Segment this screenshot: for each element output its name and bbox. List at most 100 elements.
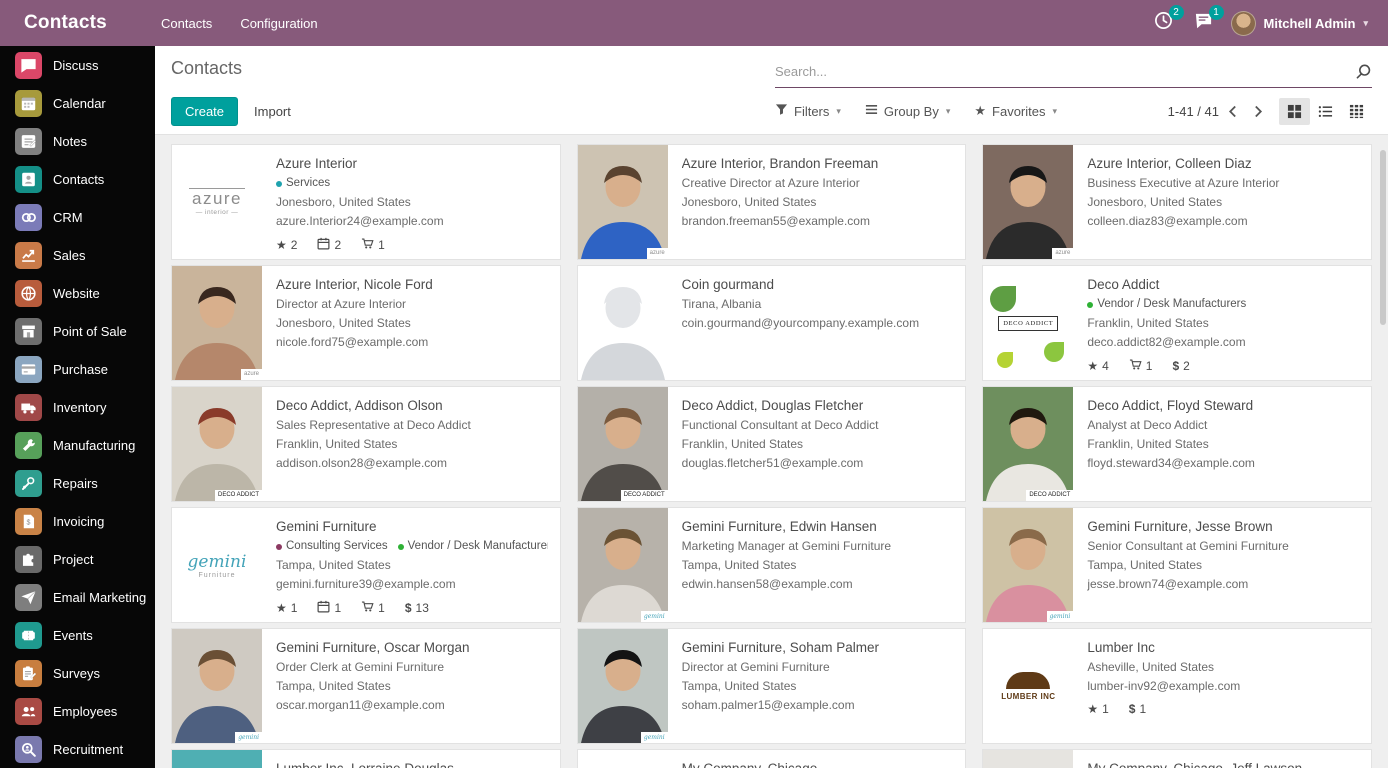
contact-card-my-company-chicago-jeff-lawson[interactable]: My Company, Chicago, Jeff Lawson	[982, 749, 1372, 768]
contact-name: My Company, Chicago, Jeff Lawson	[1087, 761, 1359, 768]
badge-dollar[interactable]: $1	[1129, 702, 1146, 716]
calendar-icon	[317, 237, 330, 253]
menu-configuration[interactable]: Configuration	[240, 16, 317, 31]
card-body: Gemini FurnitureConsulting ServicesVendo…	[262, 508, 560, 622]
group-by-menu[interactable]: Group By▾	[865, 103, 950, 119]
default-avatar	[578, 266, 668, 380]
contact-photo	[983, 750, 1073, 768]
sidebar-item-calendar[interactable]: Calendar	[0, 84, 155, 122]
contact-card-deco-addict-addison-olson[interactable]: DECO ADDICTDeco Addict, Addison OlsonSal…	[171, 386, 561, 502]
sidebar-item-contacts[interactable]: Contacts	[0, 160, 155, 198]
sidebar-item-point-of-sale[interactable]: Point of Sale	[0, 312, 155, 350]
contact-card-azure-interior-colleen-diaz[interactable]: azureAzure Interior, Colleen DiazBusines…	[982, 144, 1372, 260]
activities-button[interactable]: 2	[1151, 10, 1177, 36]
sidebar-item-website[interactable]: Website	[0, 274, 155, 312]
search-input[interactable]	[775, 64, 1350, 79]
discuss-icon	[15, 52, 42, 79]
card-body: Coin gourmandTirana, Albaniacoin.gourman…	[668, 266, 966, 380]
sidebar-item-employees[interactable]: Employees	[0, 692, 155, 730]
sidebar-item-notes[interactable]: Notes	[0, 122, 155, 160]
search-box	[775, 56, 1372, 88]
sidebar-item-events[interactable]: Events	[0, 616, 155, 654]
pager: 1-41 / 41	[1168, 104, 1219, 119]
user-menu[interactable]: Mitchell Admin ▾	[1231, 11, 1369, 36]
favorites-menu[interactable]: ★ Favorites▾	[974, 103, 1057, 119]
badge-dollar[interactable]: $13	[405, 601, 429, 615]
badge-cart[interactable]: 1	[1129, 358, 1153, 374]
menu-contacts[interactable]: Contacts	[161, 16, 212, 31]
activity-view-button[interactable]	[1341, 98, 1372, 125]
badge-star[interactable]: ★1	[276, 601, 297, 615]
badge-calendar[interactable]: 1	[317, 600, 341, 616]
search-icon[interactable]	[1350, 63, 1372, 80]
sidebar-item-invoicing[interactable]: $Invoicing	[0, 502, 155, 540]
contact-card-my-company-chicago[interactable]: My Company, Chicago	[577, 749, 967, 768]
badge-calendar[interactable]: 2	[317, 237, 341, 253]
sidebar-item-repairs[interactable]: Repairs	[0, 464, 155, 502]
list-view-button[interactable]	[1310, 98, 1341, 125]
sidebar-item-surveys[interactable]: Surveys	[0, 654, 155, 692]
sidebar-item-crm[interactable]: CRM	[0, 198, 155, 236]
sidebar-item-discuss[interactable]: Discuss	[0, 46, 155, 84]
contact-card-lumber-inc[interactable]: LUMBER INCLumber IncAsheville, United St…	[982, 628, 1372, 744]
contact-card-coin-gourmand[interactable]: Coin gourmandTirana, Albaniacoin.gourman…	[577, 265, 967, 381]
messages-button[interactable]: 1	[1191, 10, 1217, 36]
tag-color-dot	[276, 544, 282, 550]
sidebar-item-manufacturing[interactable]: Manufacturing	[0, 426, 155, 464]
sidebar-item-inventory[interactable]: Inventory	[0, 388, 155, 426]
contact-location: Asheville, United States	[1087, 658, 1359, 677]
badge-star[interactable]: ★1	[1087, 702, 1108, 716]
contact-card-azure-interior[interactable]: azure— interior —Azure InteriorServicesJ…	[171, 144, 561, 260]
star-icon: ★	[276, 238, 287, 252]
contact-card-deco-addict-floyd-steward[interactable]: DECO ADDICTDeco Addict, Floyd StewardAna…	[982, 386, 1372, 502]
contact-card-azure-interior-brandon-freeman[interactable]: azureAzure Interior, Brandon FreemanCrea…	[577, 144, 967, 260]
scrollbar-thumb[interactable]	[1380, 150, 1386, 325]
contact-card-gemini-furniture[interactable]: geminiFurnitureGemini FurnitureConsultin…	[171, 507, 561, 623]
pager-previous-button[interactable]	[1219, 99, 1245, 123]
badge-cart[interactable]: 1	[361, 237, 385, 253]
contact-function: Order Clerk at Gemini Furniture	[276, 658, 548, 677]
dollar-icon: $	[1172, 359, 1179, 373]
card-body: My Company, Chicago	[668, 750, 966, 768]
contact-card-deco-addict-douglas-fletcher[interactable]: DECO ADDICTDeco Addict, Douglas Fletcher…	[577, 386, 967, 502]
tag-color-dot	[1087, 302, 1093, 308]
invoicing-icon: $	[15, 508, 42, 535]
contact-card-gemini-furniture-oscar-morgan[interactable]: geminiGemini Furniture, Oscar MorganOrde…	[171, 628, 561, 744]
sidebar-item-recruitment[interactable]: Recruitment	[0, 730, 155, 768]
dollar-icon: $	[405, 601, 412, 615]
sidebar-item-purchase[interactable]: Purchase	[0, 350, 155, 388]
create-button[interactable]: Create	[171, 97, 238, 126]
badge-dollar[interactable]: $2	[1172, 359, 1189, 373]
company-logo	[578, 750, 668, 768]
app-title: Contacts	[0, 12, 155, 34]
contact-card-deco-addict[interactable]: DECO ADDICTDeco AddictVendor / Desk Manu…	[982, 265, 1372, 381]
star-icon: ★	[1087, 702, 1098, 716]
contact-name: Azure Interior, Nicole Ford	[276, 277, 548, 292]
badge-star[interactable]: ★2	[276, 238, 297, 252]
import-button[interactable]: Import	[254, 104, 291, 119]
company-badge-logo: gemini	[1047, 611, 1074, 622]
sidebar-item-label: Notes	[53, 134, 87, 149]
contact-card-azure-interior-nicole-ford[interactable]: azureAzure Interior, Nicole FordDirector…	[171, 265, 561, 381]
calendar-icon	[15, 90, 42, 117]
sidebar-item-project[interactable]: Project	[0, 540, 155, 578]
sidebar-item-label: Contacts	[53, 172, 104, 187]
badge-cart[interactable]: 1	[361, 600, 385, 616]
filters-menu[interactable]: Filters▾	[775, 103, 841, 119]
contact-card-lumber-inc-lorraine-douglas[interactable]: Lumber Inc, Lorraine Douglas	[171, 749, 561, 768]
kanban-view-button[interactable]	[1279, 98, 1310, 125]
buttons-row: Create Import Filters▾ Group By▾ ★	[171, 88, 1372, 134]
email-marketing-icon	[15, 584, 42, 611]
badge-star[interactable]: ★4	[1087, 359, 1108, 373]
sidebar-item-email-marketing[interactable]: Email Marketing	[0, 578, 155, 616]
company-logo: azure— interior —	[172, 145, 262, 259]
contact-photo: DECO ADDICT	[172, 387, 262, 501]
badge-value: 1	[378, 601, 385, 615]
contact-card-gemini-furniture-soham-palmer[interactable]: geminiGemini Furniture, Soham PalmerDire…	[577, 628, 967, 744]
contact-card-gemini-furniture-edwin-hansen[interactable]: geminiGemini Furniture, Edwin HansenMark…	[577, 507, 967, 623]
sidebar-item-label: Website	[53, 286, 100, 301]
pager-next-button[interactable]	[1245, 99, 1271, 123]
contact-card-gemini-furniture-jesse-brown[interactable]: geminiGemini Furniture, Jesse BrownSenio…	[982, 507, 1372, 623]
contact-name: Gemini Furniture	[276, 519, 548, 534]
sidebar-item-sales[interactable]: Sales	[0, 236, 155, 274]
